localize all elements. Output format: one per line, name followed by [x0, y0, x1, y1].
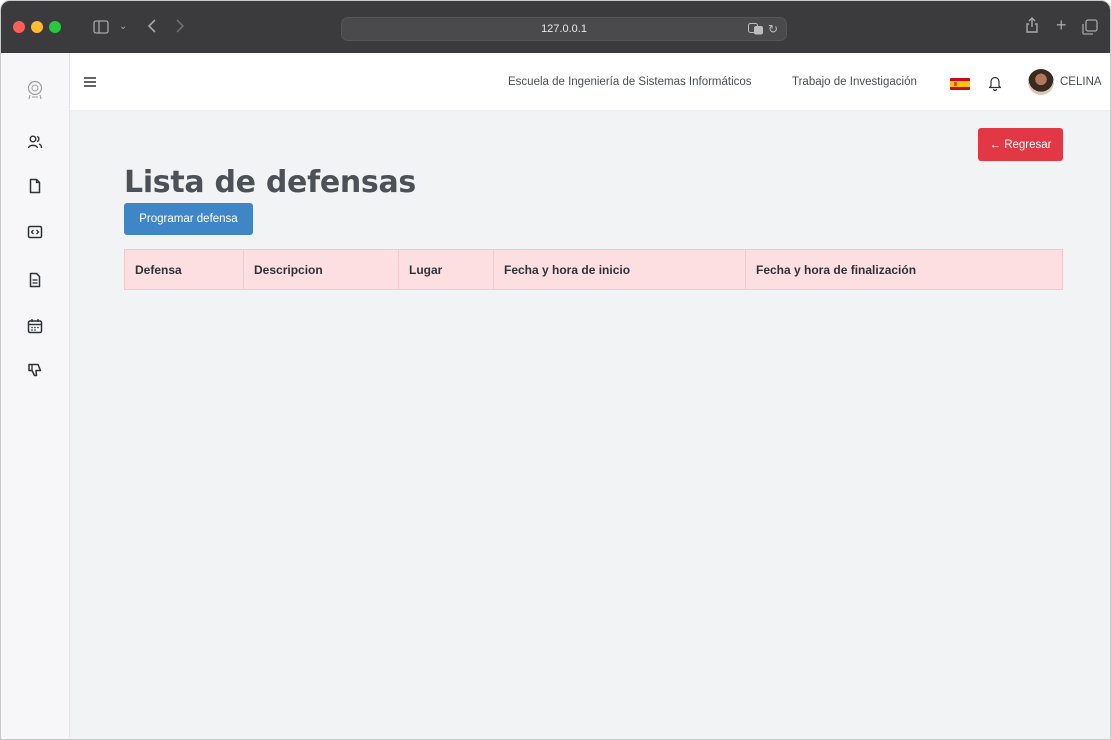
top-navbar: Escuela de Ingeniería de Sistemas Inform… [70, 53, 1110, 111]
back-arrow-icon[interactable] [147, 19, 157, 35]
nav-link-research[interactable]: Trabajo de Investigación [792, 76, 917, 88]
chevron-down-icon[interactable]: ⌄ [119, 20, 127, 34]
file-text-icon[interactable] [26, 271, 44, 289]
page-title: Lista de defensas [124, 165, 416, 200]
share-icon[interactable] [1025, 16, 1039, 36]
calendar-icon[interactable] [26, 317, 44, 335]
column-header-fecha-inicio: Fecha y hora de inicio [493, 249, 746, 290]
column-header-defensa: Defensa [124, 249, 244, 290]
spain-flag-icon[interactable] [950, 78, 970, 90]
nav-link-school[interactable]: Escuela de Ingeniería de Sistemas Inform… [508, 76, 752, 88]
tab-overview-icon[interactable] [1082, 19, 1098, 37]
table-header-row: Defensa Descripcion Lugar Fecha y hora d… [124, 249, 1063, 290]
main-content: ← Regresar Lista de defensas Programar d… [70, 111, 1110, 739]
avatar[interactable] [1028, 69, 1054, 95]
forward-arrow-icon[interactable] [175, 19, 185, 35]
bell-icon[interactable] [988, 75, 1002, 92]
address-bar[interactable]: 127.0.0.1 ↻ [341, 17, 787, 41]
thumbs-down-icon[interactable] [26, 361, 44, 379]
schedule-defense-button[interactable]: Programar defensa [124, 203, 253, 235]
back-button[interactable]: ← Regresar [978, 128, 1063, 161]
app-logo-icon[interactable] [26, 80, 44, 100]
url-text: 127.0.0.1 [541, 23, 587, 35]
close-window-button[interactable] [13, 21, 25, 33]
defenses-table: Defensa Descripcion Lugar Fecha y hora d… [124, 249, 1063, 290]
translate-icon[interactable] [748, 23, 764, 38]
column-header-lugar: Lugar [398, 249, 494, 290]
hamburger-menu-icon[interactable] [84, 75, 96, 87]
code-icon[interactable] [26, 223, 44, 241]
sidebar-toggle-icon[interactable] [93, 20, 109, 36]
maximize-window-button[interactable] [49, 21, 61, 33]
reload-icon[interactable]: ↻ [768, 22, 778, 36]
users-icon[interactable] [26, 133, 44, 151]
user-name[interactable]: CELINA [1060, 76, 1102, 88]
column-header-descripcion: Descripcion [243, 249, 399, 290]
minimize-window-button[interactable] [31, 21, 43, 33]
browser-toolbar: ⌄ 127.0.0.1 ↻ + [1, 1, 1110, 53]
browser-window: ⌄ 127.0.0.1 ↻ + Escuela de Ingeniería de… [0, 0, 1111, 740]
document-icon[interactable] [26, 177, 44, 195]
sidebar [1, 53, 70, 739]
new-tab-icon[interactable]: + [1056, 16, 1067, 34]
column-header-fecha-finalizacion: Fecha y hora de finalización [745, 249, 1063, 290]
